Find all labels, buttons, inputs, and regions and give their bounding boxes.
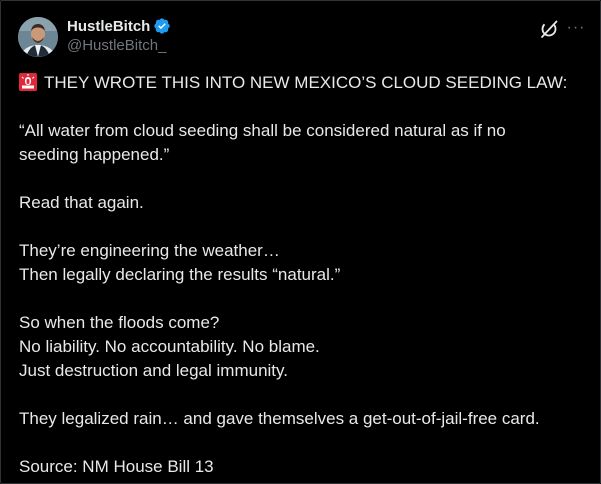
- rotating-light-icon: [19, 73, 37, 91]
- quote-line-1: “All water from cloud seeding shall be c…: [19, 121, 506, 140]
- name-row: HustleBitch: [67, 16, 171, 36]
- grok-slash-icon: [541, 20, 558, 38]
- source-line: Source: NM House Bill 13: [19, 457, 214, 476]
- avatar-image: [18, 17, 58, 57]
- more-options-button[interactable]: ···: [565, 18, 587, 40]
- headline-line: THEY WROTE THIS INTO NEW MEXICO’S CLOUD …: [19, 71, 589, 95]
- display-name[interactable]: HustleBitch: [67, 18, 150, 35]
- floods-line-2: No liability. No accountability. No blam…: [19, 337, 320, 356]
- headline-text: THEY WROTE THIS INTO NEW MEXICO’S CLOUD …: [44, 73, 568, 92]
- grok-button[interactable]: [538, 18, 560, 40]
- tweet-text: THEY WROTE THIS INTO NEW MEXICO’S CLOUD …: [19, 71, 589, 479]
- legalized-line: They legalized rain… and gave themselves…: [19, 409, 540, 428]
- author-header: HustleBitch @HustleBitch_: [67, 16, 171, 54]
- quote-line-2: seeding happened.”: [19, 145, 170, 164]
- tweet-card: HustleBitch @HustleBitch_ ··· THEY WROTE…: [0, 0, 601, 484]
- verified-badge-icon: [153, 17, 171, 35]
- handle[interactable]: @HustleBitch_: [67, 37, 171, 54]
- engineering-line-2: Then legally declaring the results “natu…: [19, 265, 341, 284]
- read-again-line: Read that again.: [19, 193, 144, 212]
- floods-line-1: So when the floods come?: [19, 313, 220, 332]
- floods-line-3: Just destruction and legal immunity.: [19, 361, 288, 380]
- engineering-line-1: They’re engineering the weather…: [19, 241, 280, 260]
- avatar[interactable]: [18, 17, 58, 57]
